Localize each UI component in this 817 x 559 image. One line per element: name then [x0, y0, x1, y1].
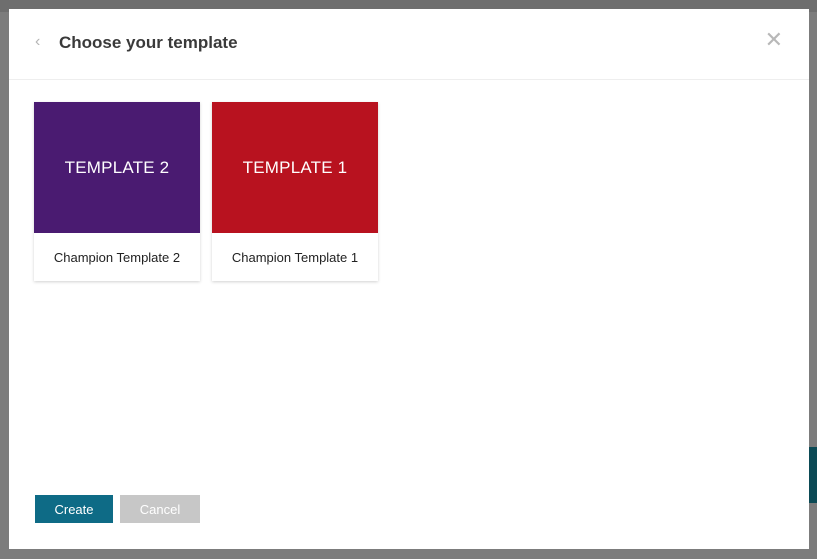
- template-card[interactable]: TEMPLATE 2 Champion Template 2: [34, 102, 200, 281]
- template-card[interactable]: TEMPLATE 1 Champion Template 1: [212, 102, 378, 281]
- create-button[interactable]: Create: [35, 495, 113, 523]
- modal-title: Choose your template: [59, 33, 238, 52]
- template-chooser-modal: ‹ Choose your template ✕ TEMPLATE 2 Cham…: [9, 9, 809, 549]
- template-thumbnail-label: TEMPLATE 1: [242, 157, 348, 177]
- template-thumbnail: TEMPLATE 1: [212, 102, 378, 233]
- modal-footer: Create Cancel: [35, 495, 200, 523]
- template-name: Champion Template 1: [231, 249, 359, 265]
- cancel-button[interactable]: Cancel: [120, 495, 200, 523]
- close-icon[interactable]: ✕: [765, 29, 783, 51]
- modal-header: ‹ Choose your template ✕: [9, 9, 809, 80]
- template-name: Champion Template 2: [53, 249, 181, 265]
- chevron-left-icon[interactable]: ‹: [35, 34, 49, 50]
- template-thumbnail-label: TEMPLATE 2: [64, 157, 170, 177]
- template-thumbnail: TEMPLATE 2: [34, 102, 200, 233]
- template-list: TEMPLATE 2 Champion Template 2 TEMPLATE …: [34, 102, 378, 281]
